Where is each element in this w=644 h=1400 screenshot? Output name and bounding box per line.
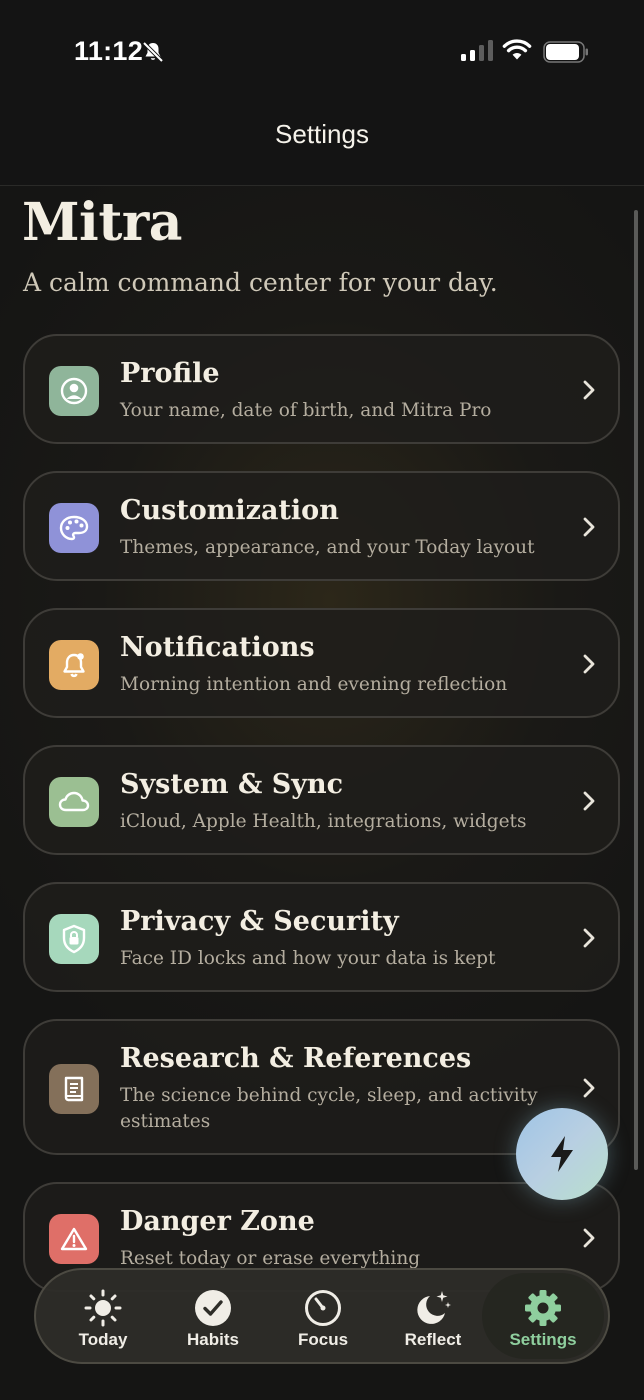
card-subtitle: Face ID locks and how your data is kept (120, 948, 496, 969)
card-subtitle: The science behind cycle, sleep, and act… (120, 1085, 538, 1132)
settings-card-privacy-security[interactable]: Privacy & Security Face ID locks and how… (23, 882, 620, 992)
tab-today[interactable]: Today (48, 1270, 158, 1362)
lock-shield-icon (49, 914, 99, 964)
timer-icon (305, 1290, 341, 1326)
checkmark-circle-icon (195, 1290, 231, 1326)
page-tagline: A calm command center for your day. (23, 268, 498, 297)
chevron-right-icon (583, 517, 595, 537)
chevron-right-icon (583, 928, 595, 948)
book-icon (49, 1064, 99, 1114)
person-circle-icon (49, 366, 99, 416)
card-title: Notifications (120, 632, 315, 663)
bolt-icon (551, 1136, 573, 1172)
warning-icon (49, 1214, 99, 1264)
chevron-right-icon (583, 1078, 595, 1098)
settings-card-customization[interactable]: Customization Themes, appearance, and yo… (23, 471, 620, 581)
tab-habits[interactable]: Habits (158, 1270, 268, 1362)
status-bar: 11:12 (0, 0, 644, 100)
card-subtitle: Your name, date of birth, and Mitra Pro (120, 400, 492, 421)
palette-icon (49, 503, 99, 553)
card-subtitle: iCloud, Apple Health, integrations, widg… (120, 811, 527, 832)
gear-icon (525, 1290, 561, 1326)
card-subtitle: Themes, appearance, and your Today layou… (120, 537, 535, 558)
bell-slash-icon (142, 41, 164, 63)
cloud-icon (49, 777, 99, 827)
tab-bar: Today Habits Focus Reflect Settings (34, 1268, 610, 1364)
navigation-bar: Settings (0, 100, 644, 186)
card-title: Danger Zone (120, 1206, 315, 1237)
tab-label: Today (78, 1330, 128, 1349)
tab-reflect[interactable]: Reflect (378, 1270, 488, 1362)
tab-focus[interactable]: Focus (268, 1270, 378, 1362)
wifi-icon (502, 39, 532, 60)
chevron-right-icon (583, 791, 595, 811)
tab-label: Settings (509, 1330, 577, 1349)
quick-action-button[interactable] (516, 1108, 608, 1200)
card-title: Profile (120, 358, 220, 389)
tab-label: Reflect (404, 1330, 462, 1349)
moon-stars-icon (417, 1291, 451, 1324)
tab-label: Habits (187, 1330, 239, 1349)
card-title: Research & References (120, 1043, 472, 1074)
chevron-right-icon (583, 654, 595, 674)
battery-icon (543, 41, 588, 63)
card-title: Privacy & Security (120, 906, 399, 937)
card-title: Customization (120, 495, 339, 526)
tab-label: Focus (297, 1330, 349, 1349)
card-title: System & Sync (120, 769, 344, 800)
settings-card-profile[interactable]: Profile Your name, date of birth, and Mi… (23, 334, 620, 444)
page-title: Mitra (22, 192, 182, 253)
chevron-right-icon (583, 380, 595, 400)
settings-card-system-sync[interactable]: System & Sync iCloud, Apple Health, inte… (23, 745, 620, 855)
tab-settings[interactable]: Settings (482, 1273, 604, 1359)
chevron-right-icon (583, 1228, 595, 1248)
sun-icon (84, 1289, 122, 1327)
cellular-signal-icon (461, 40, 493, 61)
bell-badge-icon (49, 640, 99, 690)
card-subtitle: Morning intention and evening reflection (120, 674, 508, 695)
scrollbar[interactable] (634, 210, 638, 1170)
status-time: 11:12 (74, 36, 144, 66)
nav-title: Settings (275, 119, 369, 149)
settings-card-notifications[interactable]: Notifications Morning intention and even… (23, 608, 620, 718)
